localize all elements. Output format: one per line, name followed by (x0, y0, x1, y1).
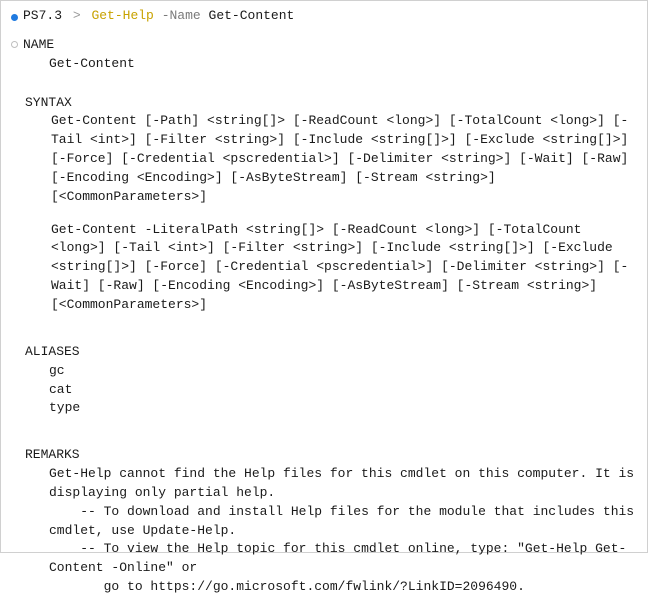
syntax-section: SYNTAX Get-Content [-Path] <string[]> [-… (25, 94, 637, 315)
syntax-block-2: Get-Content -LiteralPath <string[]> [-Re… (51, 221, 637, 315)
prompt-line: PS7.3 > Get-Help -Name Get-Content (11, 7, 637, 26)
name-label: NAME (23, 36, 135, 55)
aliases-label: ALIASES (25, 343, 637, 362)
ps-version: PS7.3 (23, 8, 62, 23)
prompt-argument: Get-Content (209, 8, 295, 23)
remarks-text: Get-Help cannot find the Help files for … (49, 465, 637, 597)
prompt-flag: -Name (162, 8, 201, 23)
output-bullet-icon (11, 41, 18, 48)
output-block: NAME Get-Content SYNTAX Get-Content [-Pa… (11, 36, 637, 597)
alias-item: gc (49, 362, 637, 381)
prompt-command: Get-Help (91, 8, 153, 23)
syntax-label: SYNTAX (25, 94, 637, 113)
prompt-separator: > (73, 8, 81, 23)
aliases-section: ALIASES gc cat type (25, 343, 637, 418)
alias-item: cat (49, 381, 637, 400)
name-section: NAME Get-Content (11, 36, 637, 74)
prompt-bullet-icon (11, 14, 18, 21)
remarks-label: REMARKS (25, 446, 637, 465)
remarks-section: REMARKS Get-Help cannot find the Help fi… (25, 446, 637, 597)
alias-item: type (49, 399, 637, 418)
name-value: Get-Content (49, 55, 135, 74)
syntax-block-1: Get-Content [-Path] <string[]> [-ReadCou… (51, 112, 637, 206)
